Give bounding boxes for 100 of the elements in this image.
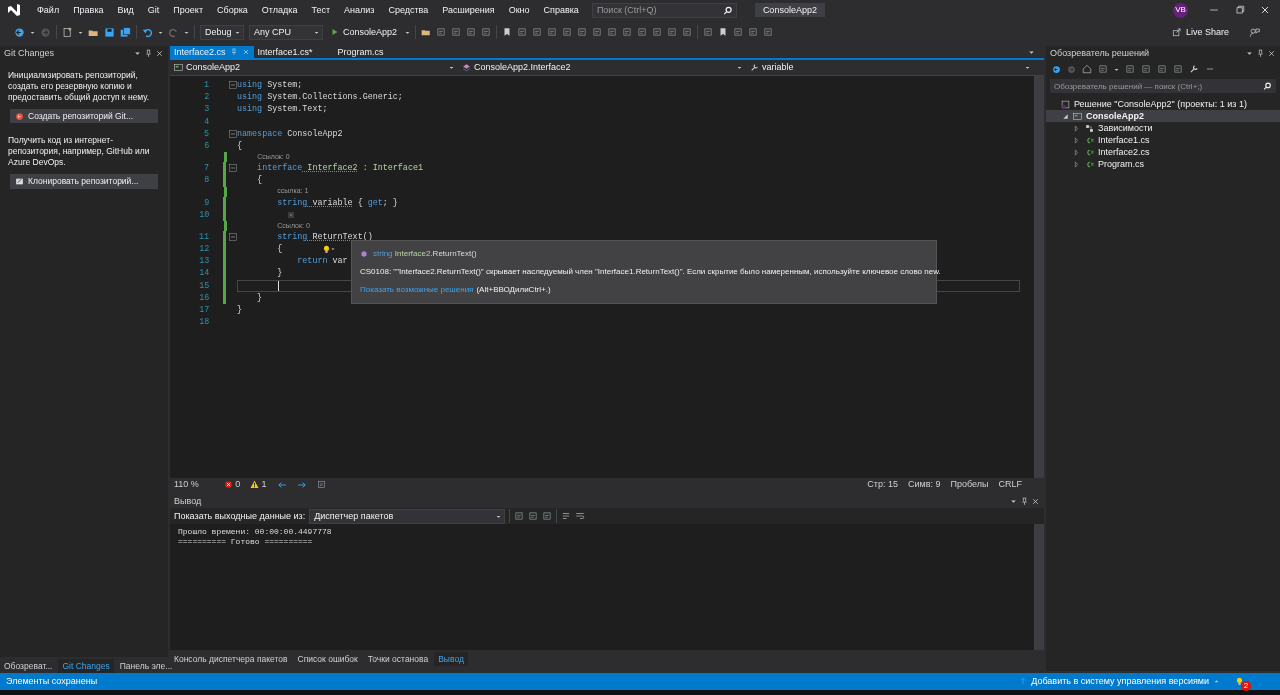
collapse-icon[interactable] bbox=[229, 164, 237, 173]
new-project-icon[interactable] bbox=[62, 26, 73, 38]
close-icon[interactable] bbox=[1267, 48, 1276, 58]
zoom-dropdown[interactable]: 110 % bbox=[174, 479, 214, 490]
show-fixes-link[interactable]: Показать возможные решения bbox=[360, 285, 474, 295]
wrench-icon[interactable] bbox=[1189, 64, 1199, 74]
indentation-indicator[interactable]: Пробелы bbox=[950, 479, 989, 490]
tree-item[interactable]: Зависимости bbox=[1046, 122, 1280, 134]
lightbulb-icon[interactable] bbox=[322, 244, 332, 254]
toolbar-icon[interactable] bbox=[481, 27, 492, 37]
toolbar-icon[interactable] bbox=[607, 27, 618, 37]
toolbar-icon[interactable] bbox=[667, 27, 678, 37]
menu-item[interactable]: Окно bbox=[501, 4, 537, 16]
notifications-icon[interactable] bbox=[1235, 677, 1244, 686]
type-dropdown[interactable]: ConsoleApp2.Interface2 bbox=[458, 60, 746, 75]
tree-item[interactable]: Решение "ConsoleApp2" (проекты: 1 из 1) bbox=[1046, 98, 1280, 110]
error-icon[interactable] bbox=[224, 480, 233, 489]
collapse-icon[interactable] bbox=[229, 130, 237, 139]
live-share-button[interactable]: Live Share bbox=[1168, 26, 1232, 38]
menu-item[interactable]: Вид bbox=[110, 4, 141, 16]
panel-tab[interactable]: Консоль диспетчера пакетов bbox=[170, 651, 292, 666]
collapse-icon[interactable] bbox=[229, 233, 237, 242]
menu-item[interactable]: Отладка bbox=[254, 4, 305, 16]
menu-item[interactable]: Анализ bbox=[337, 4, 382, 16]
document-tab[interactable]: Program.cs bbox=[333, 46, 414, 58]
menu-item[interactable]: Git bbox=[140, 4, 167, 16]
toolbar-icon[interactable] bbox=[763, 27, 774, 37]
forward-arrow-icon[interactable] bbox=[296, 479, 307, 490]
redo-icon[interactable] bbox=[168, 26, 179, 38]
quick-action-icon[interactable] bbox=[287, 210, 296, 219]
menu-item[interactable]: Файл bbox=[30, 4, 67, 16]
column-indicator[interactable]: Симв: 9 bbox=[908, 479, 941, 490]
clear-icon[interactable] bbox=[561, 511, 572, 521]
error-count[interactable]: 0 bbox=[235, 479, 241, 490]
feedback-icon[interactable] bbox=[1249, 26, 1260, 38]
expand-arrow-icon[interactable] bbox=[1074, 160, 1081, 168]
forward-icon[interactable] bbox=[40, 26, 51, 38]
app-logo-icon[interactable] bbox=[6, 2, 22, 18]
member-dropdown[interactable]: variable bbox=[746, 60, 1034, 75]
menu-item[interactable]: Проект bbox=[166, 4, 210, 16]
tree-item[interactable]: ConsoleApp2 bbox=[1046, 110, 1280, 122]
project-dropdown[interactable]: ConsoleApp2 bbox=[170, 60, 458, 75]
toolbar-icon[interactable] bbox=[682, 27, 693, 37]
back-arrow-icon[interactable] bbox=[276, 479, 287, 490]
save-all-icon[interactable] bbox=[120, 26, 131, 38]
forward-icon[interactable] bbox=[1067, 64, 1076, 74]
menu-item[interactable]: Правка bbox=[66, 4, 111, 16]
panel-tab[interactable]: Git Changes bbox=[58, 658, 114, 673]
panel-tab[interactable]: Обозреват... bbox=[0, 658, 57, 673]
caret-icon[interactable] bbox=[30, 29, 35, 35]
source-control-button[interactable]: Добавить в систему управления версиями bbox=[1031, 676, 1209, 687]
search-field[interactable]: Поиск (Ctrl+Q) bbox=[591, 2, 737, 18]
tree-item[interactable]: Program.cs bbox=[1046, 158, 1280, 170]
toolbar-icon[interactable] bbox=[466, 27, 477, 37]
toolbar-icon[interactable] bbox=[528, 511, 539, 521]
close-icon[interactable] bbox=[1031, 496, 1040, 506]
pin-icon[interactable] bbox=[143, 48, 153, 58]
create-repository-button[interactable]: Создать репозиторий Git... bbox=[10, 109, 158, 124]
toolbar-icon[interactable] bbox=[517, 27, 528, 37]
menu-item[interactable]: Расширения bbox=[435, 4, 502, 16]
collapse-arrow-icon[interactable] bbox=[1062, 112, 1069, 120]
toolbar-icon[interactable] bbox=[622, 27, 633, 37]
home-icon[interactable] bbox=[1082, 64, 1092, 74]
toolbar-icon[interactable] bbox=[637, 27, 648, 37]
menu-item[interactable]: Средства bbox=[381, 4, 436, 16]
toolbar-icon[interactable] bbox=[547, 27, 558, 37]
toolbar-icon[interactable] bbox=[652, 27, 663, 37]
toolbar-icon[interactable] bbox=[1173, 64, 1183, 74]
toolbar-icon[interactable] bbox=[748, 27, 759, 37]
toolbar-icon[interactable] bbox=[532, 27, 543, 37]
tree-item[interactable]: Interface1.cs bbox=[1046, 134, 1280, 146]
undo-icon[interactable] bbox=[142, 26, 153, 38]
user-avatar[interactable]: VB bbox=[1173, 2, 1188, 18]
warning-icon[interactable] bbox=[250, 480, 260, 489]
toolbar-icon[interactable] bbox=[733, 27, 744, 37]
panel-tab[interactable]: Точки останова bbox=[363, 651, 433, 666]
toolbar-icon[interactable] bbox=[703, 27, 714, 37]
toolbar-icon[interactable] bbox=[1157, 64, 1167, 74]
document-tab[interactable]: Interface1.cs* bbox=[253, 46, 334, 58]
toolbar-icon[interactable] bbox=[451, 27, 462, 37]
caret-icon[interactable] bbox=[331, 247, 336, 252]
search-field[interactable]: Обозреватель решений — поиск (Ctrl+;) bbox=[1050, 79, 1276, 93]
toolbar-icon[interactable] bbox=[592, 27, 603, 37]
folder-icon[interactable] bbox=[421, 27, 432, 37]
line-ending-indicator[interactable]: CRLF bbox=[998, 479, 1022, 490]
restore-icon[interactable] bbox=[1233, 4, 1246, 16]
toolbar-icon[interactable] bbox=[316, 480, 326, 489]
tree-item[interactable]: Interface2.cs bbox=[1046, 146, 1280, 158]
clone-repository-button[interactable]: Клонировать репозиторий... bbox=[10, 174, 158, 189]
back-icon[interactable] bbox=[1052, 64, 1061, 74]
expand-arrow-icon[interactable] bbox=[1074, 148, 1081, 156]
back-icon[interactable] bbox=[14, 26, 25, 38]
output-source-dropdown[interactable]: Диспетчер пакетов bbox=[309, 508, 506, 524]
toolbar-icon[interactable] bbox=[1125, 64, 1135, 74]
bookmark-icon[interactable] bbox=[502, 27, 513, 37]
warning-count[interactable]: 1 bbox=[261, 479, 267, 490]
caret-icon[interactable] bbox=[1114, 66, 1119, 72]
close-icon[interactable] bbox=[155, 48, 164, 58]
collapse-icon[interactable] bbox=[229, 81, 237, 90]
caret-icon[interactable] bbox=[405, 29, 411, 35]
